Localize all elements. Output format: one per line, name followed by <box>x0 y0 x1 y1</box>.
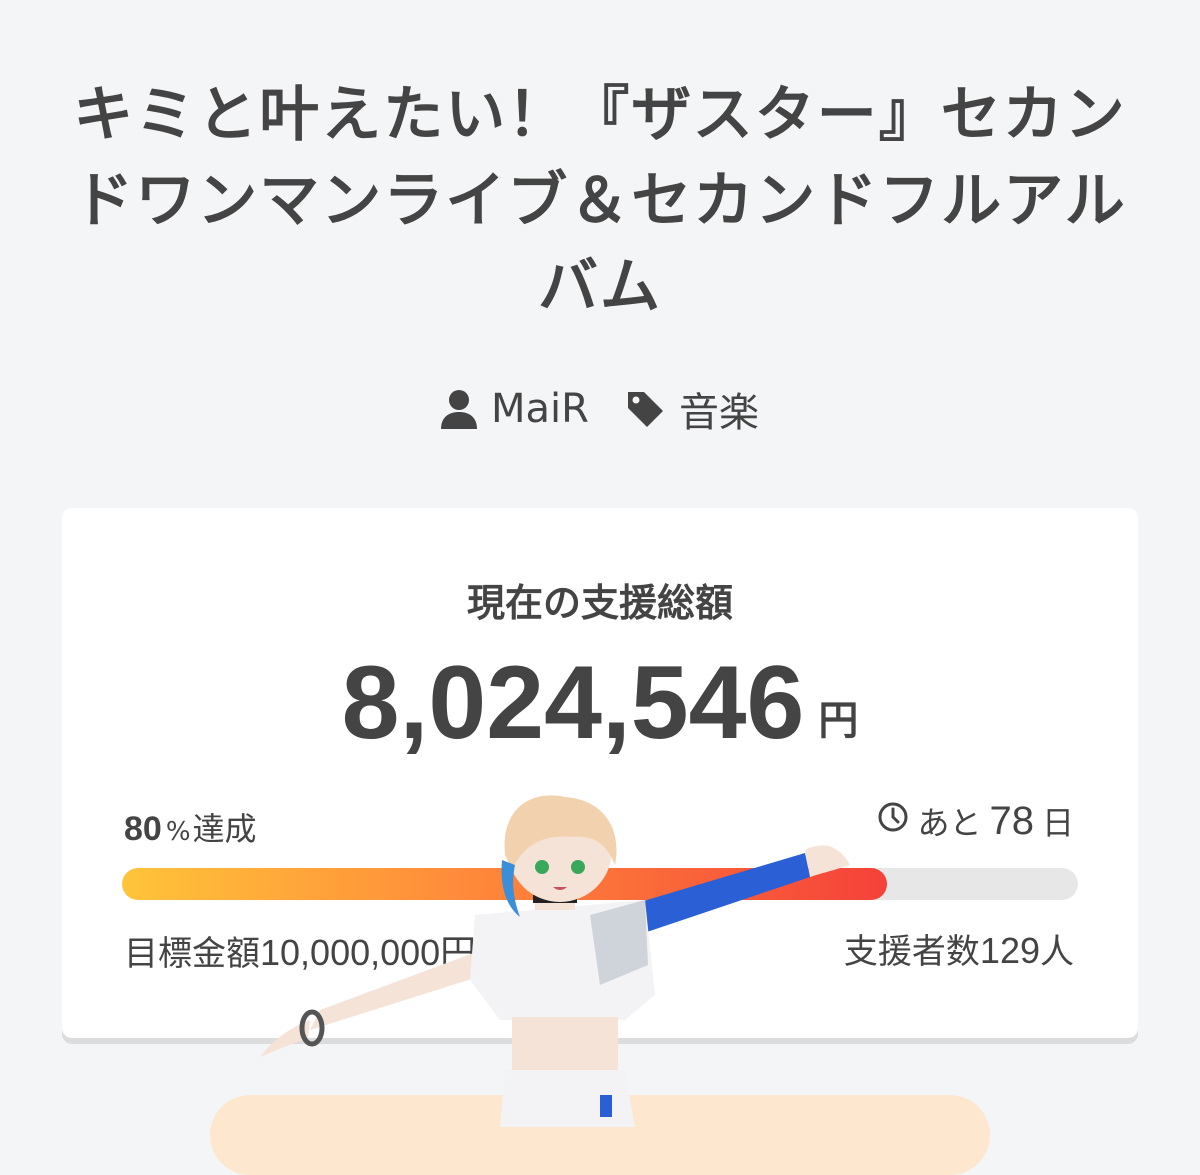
author-name: MaiR <box>491 386 589 432</box>
percent-sign: % <box>165 817 191 847</box>
remaining-days: 78 <box>989 798 1034 843</box>
vtuber-character-image <box>260 795 850 1127</box>
project-title: キミと叶えたい！『ザスター』セカンドワンマンライブ＆セカンドフルアルバム <box>73 80 1127 322</box>
target-label: 目標金額 <box>124 934 260 974</box>
backers-unit: 人 <box>1040 932 1074 972</box>
percent-value: 80 <box>124 810 162 848</box>
category-name: 音楽 <box>678 390 759 436</box>
backers-count: 支援者数129人 <box>844 924 1074 973</box>
remaining-unit: 日 <box>1041 804 1074 842</box>
clock-icon <box>877 801 909 841</box>
total-amount-row: 8,024,546 円 <box>0 648 1200 758</box>
total-label: 現在の支援総額 <box>466 581 733 625</box>
currency-unit: 円 <box>818 698 859 744</box>
user-icon <box>441 389 478 429</box>
backers-value: 129 <box>979 930 1040 971</box>
category-link[interactable]: 音楽 <box>625 380 759 438</box>
percent-label: 達成 <box>192 810 257 848</box>
tag-icon <box>625 389 665 429</box>
author-link[interactable]: MaiR <box>441 386 589 432</box>
remaining-time: あと 78 日 <box>877 798 1074 844</box>
total-amount: 8,024,546 <box>341 645 805 761</box>
project-meta: MaiR 音楽 <box>0 380 1200 438</box>
achievement-rate: 80 % 達成 <box>124 804 257 850</box>
remaining-prefix: あと <box>917 804 982 842</box>
